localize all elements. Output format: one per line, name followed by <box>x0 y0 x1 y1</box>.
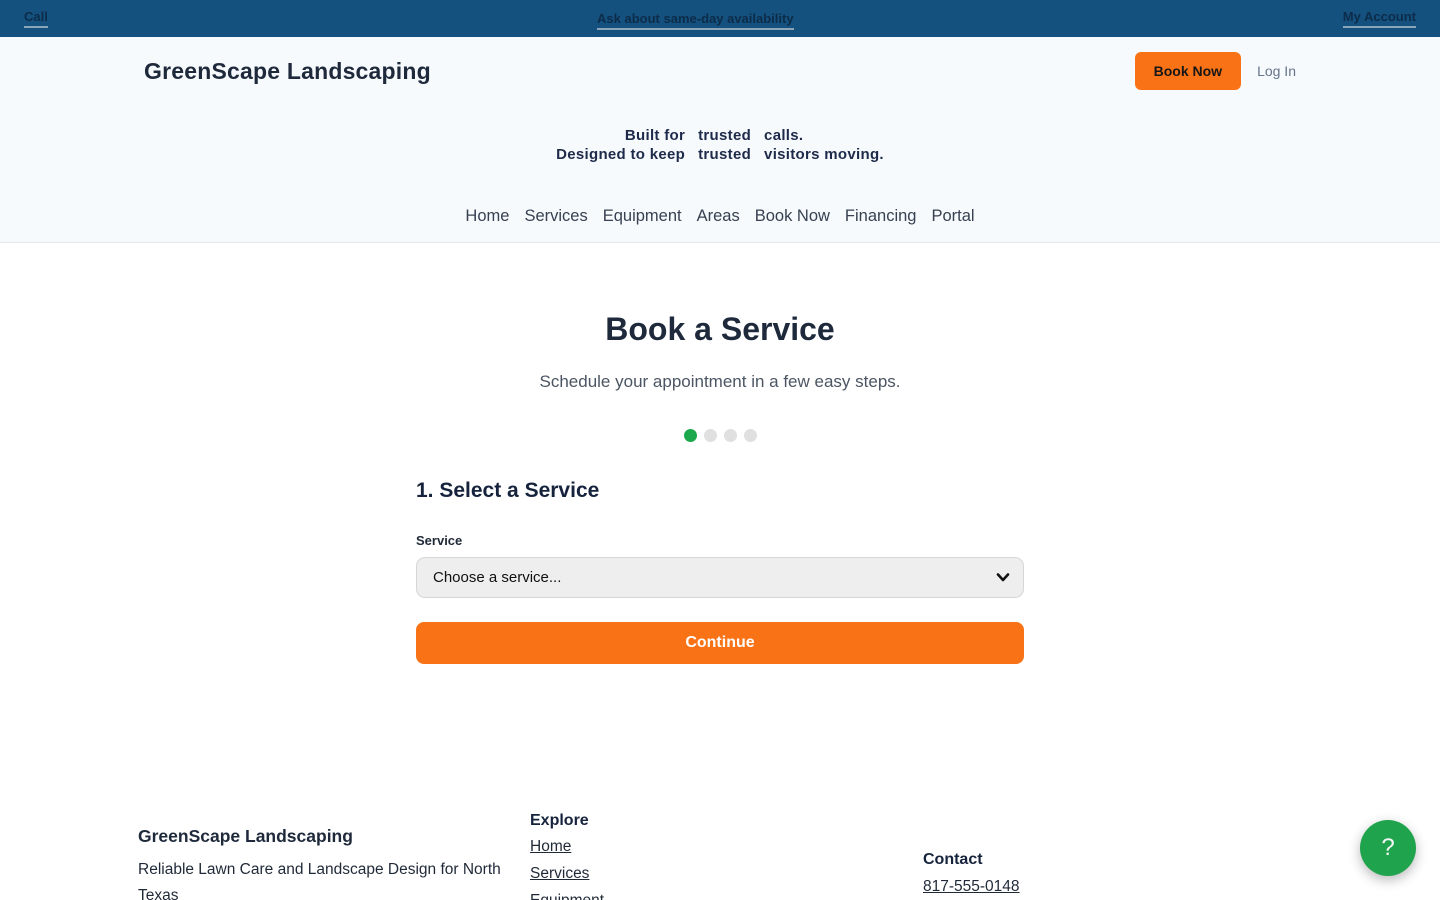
help-button[interactable]: ? <box>1360 820 1416 876</box>
booking-page: Book a Service Schedule your appointment… <box>0 311 1440 664</box>
nav-item-book-now[interactable]: Book Now <box>755 207 830 226</box>
progress-dot-1-active <box>684 429 697 442</box>
log-in-link[interactable]: Log In <box>1257 63 1296 79</box>
tagline-text: Built for <box>556 127 685 144</box>
availability-link[interactable]: Ask about same-day availability <box>597 11 794 30</box>
step-title: 1. Select a Service <box>416 479 1024 503</box>
announcement-center: Ask about same-day availability <box>48 11 1343 26</box>
brand-logo[interactable]: GreenScape Landscaping <box>144 58 431 85</box>
nav-item-services[interactable]: Services <box>524 207 587 226</box>
book-now-button[interactable]: Book Now <box>1135 52 1241 90</box>
page-title: Book a Service <box>0 311 1440 348</box>
footer-brand-column: GreenScape Landscaping Reliable Lawn Car… <box>138 826 518 900</box>
progress-dot-3 <box>724 429 737 442</box>
tagline-text: trusted <box>698 146 751 163</box>
progress-steps <box>0 429 1440 442</box>
footer-phone-link[interactable]: 817-555-0148 <box>923 878 1020 895</box>
site-header: GreenScape Landscaping Book Now Log In B… <box>0 37 1440 243</box>
tagline-text: Designed to keep <box>556 146 685 163</box>
service-field-label: Service <box>416 533 1024 548</box>
progress-dot-4 <box>744 429 757 442</box>
header-actions: Book Now Log In <box>1135 52 1296 90</box>
nav-item-financing[interactable]: Financing <box>845 207 917 226</box>
footer-explore-column: Explore Home Services Equipment <box>530 812 923 900</box>
nav-item-areas[interactable]: Areas <box>697 207 740 226</box>
tagline-text: trusted <box>698 127 751 144</box>
announcement-bar: Call Ask about same-day availability My … <box>0 0 1440 37</box>
footer-brand: GreenScape Landscaping <box>138 826 518 847</box>
progress-dot-2 <box>704 429 717 442</box>
my-account-link[interactable]: My Account <box>1343 9 1416 28</box>
tagline-text: visitors moving. <box>764 146 884 163</box>
site-footer: GreenScape Landscaping Reliable Lawn Car… <box>0 812 1440 900</box>
call-link[interactable]: Call <box>24 9 48 28</box>
nav-item-equipment[interactable]: Equipment <box>603 207 682 226</box>
service-select[interactable]: Choose a service... <box>416 557 1024 598</box>
nav-item-portal[interactable]: Portal <box>931 207 974 226</box>
footer-link-equipment[interactable]: Equipment <box>530 892 604 900</box>
nav-item-home[interactable]: Home <box>465 207 509 226</box>
continue-button[interactable]: Continue <box>416 622 1024 664</box>
tagline-text: calls. <box>764 127 884 144</box>
footer-tagline: Reliable Lawn Care and Landscape Design … <box>138 857 518 900</box>
main-nav: Home Services Equipment Areas Book Now F… <box>0 207 1440 226</box>
page-subtitle: Schedule your appointment in a few easy … <box>0 372 1440 392</box>
footer-explore-title: Explore <box>530 812 923 830</box>
step-select-service: 1. Select a Service Service Choose a ser… <box>416 479 1024 664</box>
footer-link-home[interactable]: Home <box>530 838 571 855</box>
header-tagline: Built for trusted calls. Designed to kee… <box>556 127 884 163</box>
footer-link-services[interactable]: Services <box>530 865 589 882</box>
